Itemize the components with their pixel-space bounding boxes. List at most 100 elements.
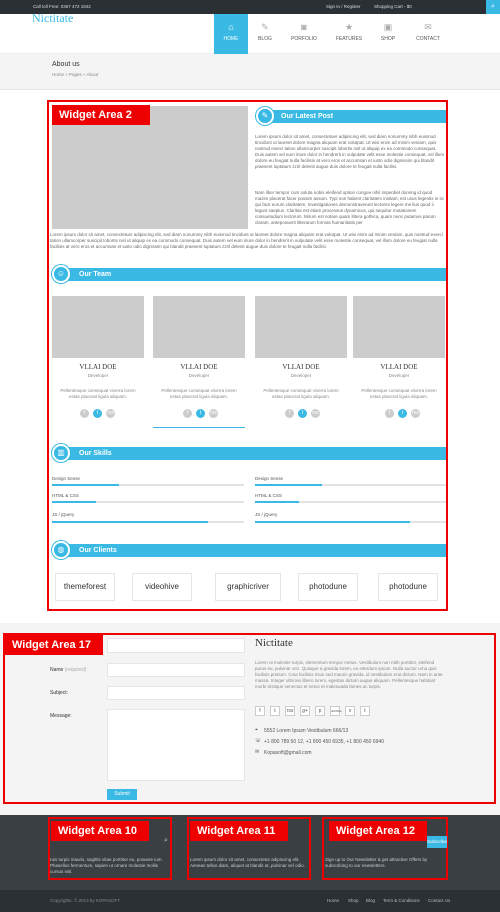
team-member-desc: Pellentesque consequat viverra lorem est… [161,388,237,399]
team-member-desc: Pellentesque consequat viverra lorem est… [263,388,339,399]
client-logo-videohive[interactable]: videohive [132,573,192,601]
latest-post-p3: Lorem ipsum dolor sit amet, consectetuer… [50,232,443,249]
skill-bar-fill [52,501,97,503]
tumblr-icon[interactable]: t [360,706,370,716]
phone-icon: ☏ [255,738,262,744]
skill-bar-fill [52,484,120,486]
subject-field[interactable] [107,686,245,700]
skill-label: HTML & CSS [52,493,79,498]
footer-text-11: Lorem ipsum dolor sit amet, consectetur … [190,857,305,868]
nav-blog[interactable]: ✎ BLOG [248,14,282,54]
skill-bar [255,484,446,486]
skill-label: Design Sense [52,476,81,481]
widget-area-2-label: Widget Area 2 [52,105,150,125]
team-header [60,268,446,281]
skill-bar-fill [255,484,322,486]
skill-label: JS / jQuery [52,512,75,517]
signin-link[interactable]: Sign In / Register [326,4,361,9]
contact-address: 5552 Lorem Ipsum Vestibulum 666/13 [264,728,349,734]
google-plus-icon[interactable]: g+ [300,706,310,716]
copyright: Copyrights. © 2013 by KOPASOFT [50,898,121,903]
footer-link-contact[interactable]: Contact Us [428,898,450,903]
rss-icon[interactable]: rss [311,409,320,418]
twitter-icon[interactable]: t [196,409,205,418]
rss-icon[interactable]: rss [106,409,115,418]
facebook-icon[interactable]: f [80,409,89,418]
skill-bar [52,484,244,486]
team-member-role: Developer [87,373,109,378]
nav-shop[interactable]: ▣ SHOP [373,14,403,54]
skill-label: HTML & CSS [255,493,282,498]
team-member-name: VLLAI DOE [180,363,218,371]
contact-phone: +1 800 789 50 12, +1 800 450 6935, +1 80… [264,739,384,745]
name-field[interactable] [107,663,245,677]
name-label: Name (required) [50,667,87,673]
facebook-icon[interactable]: f [183,409,192,418]
facebook-icon[interactable]: f [385,409,394,418]
site-logo[interactable]: Nictitate [32,11,73,26]
footer-text-12: Sign up to Our Newsletter & get attracti… [325,857,428,868]
footer-link-shop[interactable]: Shop [348,898,359,903]
skill-bar [52,501,244,503]
email-icon: ✉ [255,749,260,755]
footer-link-terms[interactable]: Term & Conditions [383,898,420,903]
search-icon[interactable]: ⌕ [164,837,168,845]
client-logo-themeforest[interactable]: themeforest [55,573,115,601]
subject-label: Subject: [50,690,69,696]
skill-label: JS / jQuery [255,512,278,517]
email-field[interactable] [107,638,245,653]
about-title: Nictitate [255,637,293,649]
team-photo [353,296,445,358]
team-member-name: VLLAI DOE [282,363,320,371]
home-icon: ⌂ [228,22,234,32]
facebook-icon[interactable]: f [255,706,265,716]
search-icon[interactable]: ⌕ [486,0,500,14]
skill-bar-fill [255,501,299,503]
pencil-icon: ✎ [261,22,269,32]
facebook-icon[interactable]: f [285,409,294,418]
pinterest-icon[interactable]: p [315,706,325,716]
nav-contact[interactable]: ✉ CONTACT [410,14,446,54]
camera-icon: ◙ [301,22,307,32]
client-logo-photodune[interactable]: photodune [378,573,438,601]
bar-chart-icon: ▥ [52,444,70,462]
breadcrumb[interactable]: Home » Pages » About [52,72,98,77]
contact-email[interactable]: Kopasoft@gmail.com [264,750,312,756]
twitter-icon[interactable]: t [398,409,407,418]
top-bar: Call toll Free: 0367 472 1942 Sign In / … [0,0,500,14]
message-field[interactable] [107,709,245,781]
map-pin-icon: ⌖ [255,727,258,733]
skill-bar-fill [255,521,410,523]
team-member-name: VLLAI DOE [380,363,418,371]
subscribe-button[interactable]: Subscribe [427,836,447,848]
rss-icon[interactable]: rss [209,409,218,418]
clients-title: Our Clients [79,547,117,554]
skill-label: Design Sense [255,476,284,481]
team-member-role: Developer [290,373,312,378]
team-member-role: Developer [388,373,410,378]
nav-home[interactable]: ⌂ HOME [214,14,248,54]
client-logo-graphicriver[interactable]: graphicriver [215,573,281,601]
nav-portfolio[interactable]: ◙ PORFOLIO [286,14,322,54]
team-photo [52,296,144,358]
vimeo-icon[interactable]: v [345,706,355,716]
footer-text-10: ruis turpis mauris, sagittis vitae portt… [50,857,163,874]
shopping-cart-link[interactable]: Shopping Cart - $0 [374,4,412,9]
skill-bar [255,521,446,523]
submit-button[interactable]: Submit [107,789,137,800]
latest-post-title: Our Latest Post [281,113,334,120]
widget-area-12-label: Widget Area 12 [329,821,427,841]
dribbble-icon[interactable]: dribbble [330,706,342,716]
twitter-icon[interactable]: t [93,409,102,418]
rss-icon[interactable]: rss [285,706,295,716]
footer-link-blog[interactable]: Blog [366,898,375,903]
footer-link-home[interactable]: Home [327,898,339,903]
twitter-icon[interactable]: t [298,409,307,418]
twitter-icon[interactable]: t [270,706,280,716]
toll-free-phone: Call toll Free: 0367 472 1942 [33,4,91,9]
rss-icon[interactable]: rss [411,409,420,418]
latest-post-p1: Lorem ipsum dolor sit amet, consectetuer… [255,134,445,169]
client-logo-photodune[interactable]: photodune [298,573,358,601]
team-photo [153,296,245,358]
nav-features[interactable]: ★ FEATURES [330,14,368,54]
